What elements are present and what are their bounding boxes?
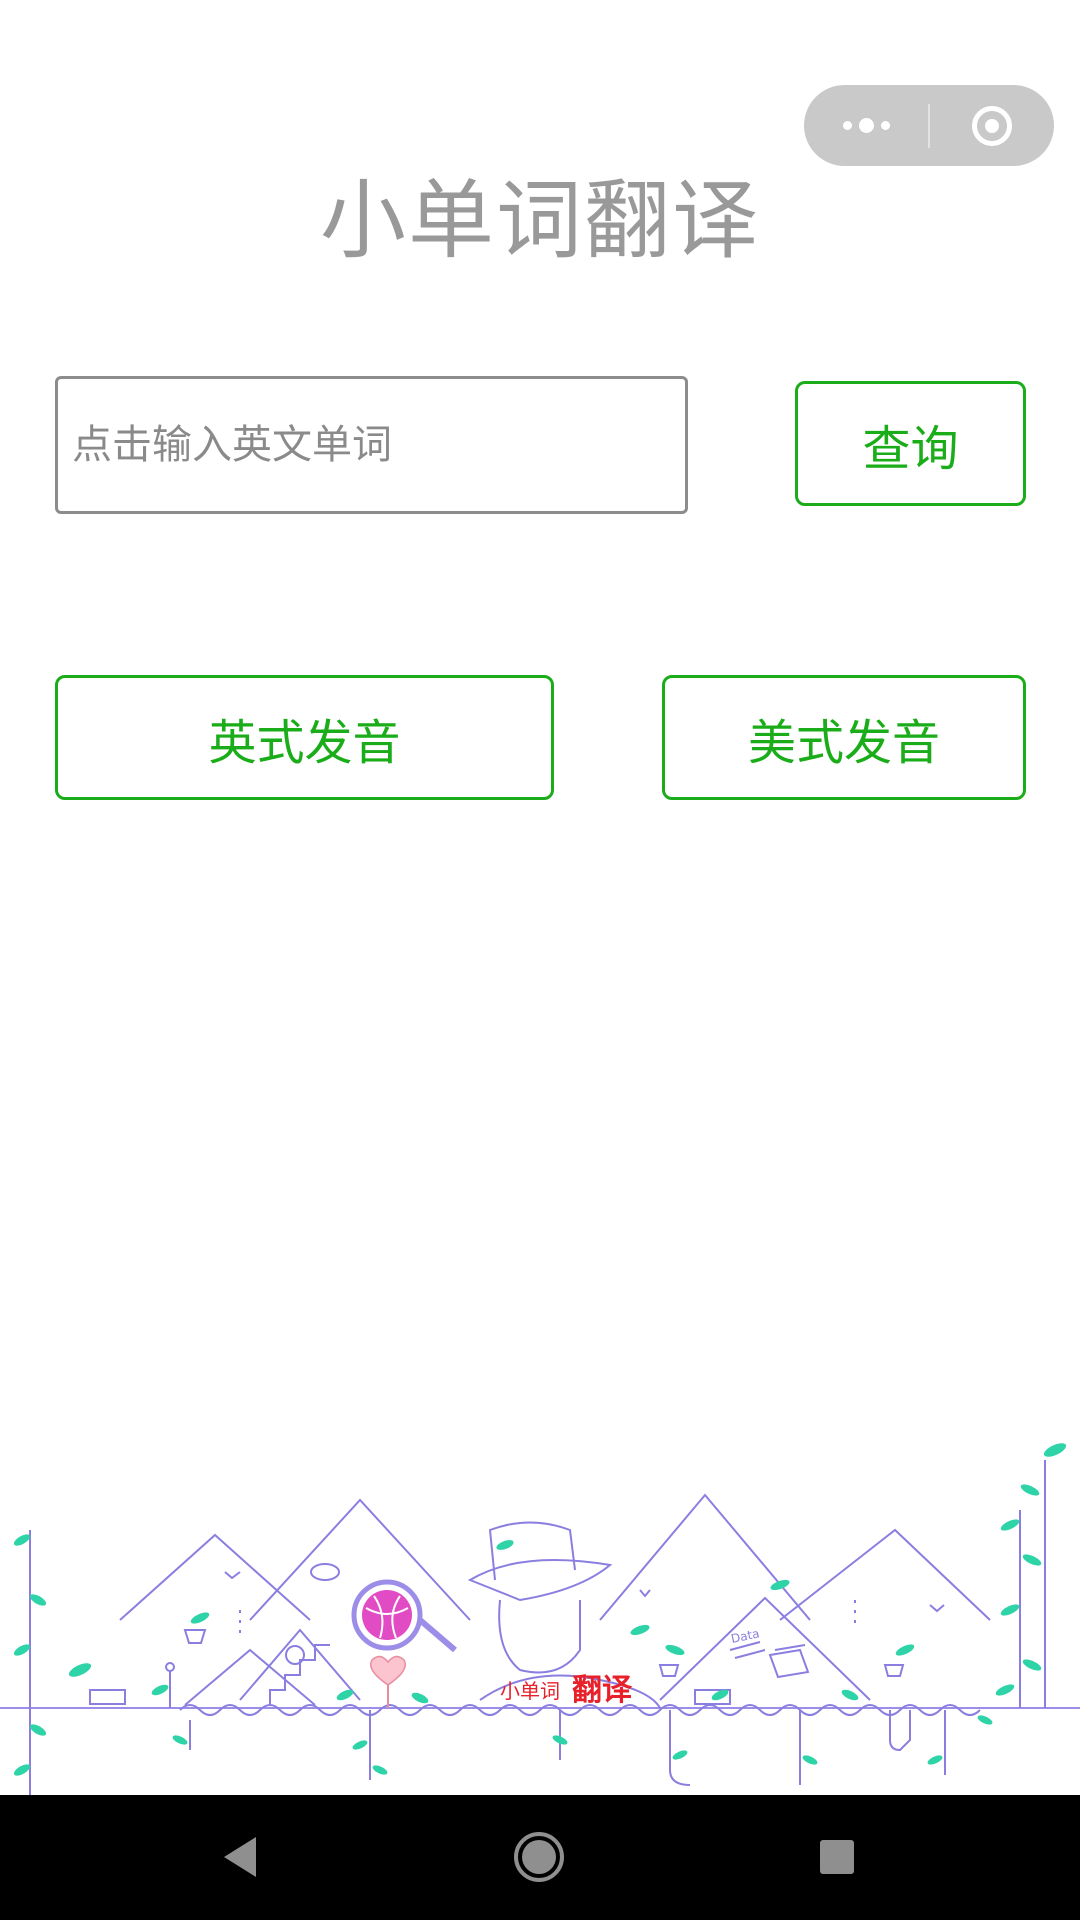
illustration-logo-small: 小单词 bbox=[500, 1679, 560, 1703]
more-dots-icon bbox=[842, 118, 890, 133]
heart-icon bbox=[370, 1655, 406, 1686]
footer-illustration: 小单词 翻译 Data bbox=[0, 1443, 1080, 1795]
target-close-icon bbox=[972, 105, 1012, 146]
word-search-input[interactable] bbox=[55, 376, 688, 514]
page-title: 小单词翻译 bbox=[320, 171, 760, 271]
recent-square-icon[interactable] bbox=[820, 1840, 854, 1874]
query-button[interactable]: 查询 bbox=[795, 381, 1026, 506]
back-triangle-icon[interactable] bbox=[224, 1837, 256, 1877]
page: 小单词翻译 查询 英式发音 美式发音 bbox=[0, 0, 1080, 1920]
illustration-logo-big: 翻译 bbox=[572, 1673, 633, 1708]
us-pronunciation-button[interactable]: 美式发音 bbox=[662, 675, 1026, 800]
uk-pronunciation-button[interactable]: 英式发音 bbox=[55, 675, 554, 800]
home-circle-icon[interactable] bbox=[514, 1832, 564, 1882]
